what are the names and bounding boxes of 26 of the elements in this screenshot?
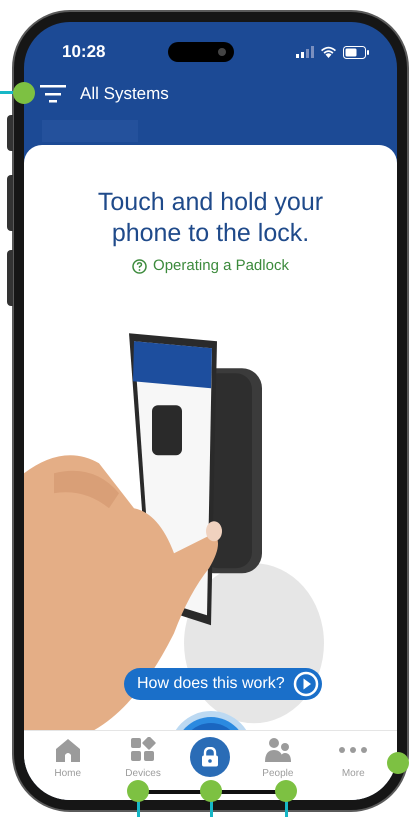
help-icon [132, 258, 148, 274]
callout-marker [387, 752, 409, 774]
lock-icon [201, 747, 220, 767]
callout-marker [275, 780, 297, 817]
nav-tab[interactable]: Devices [115, 737, 172, 781]
system-selector[interactable]: All Systems [80, 81, 169, 107]
nav-tab[interactable]: More [325, 737, 382, 781]
unlock-button[interactable] [190, 737, 230, 777]
filter-icon[interactable] [40, 84, 66, 104]
battery-icon [342, 46, 369, 58]
card-heading: Touch and hold your phone to the lock. [96, 187, 324, 249]
callout-marker [127, 780, 149, 817]
how-it-works-button[interactable]: How does this work? [124, 668, 322, 700]
callout-marker [200, 780, 222, 817]
people-icon [262, 737, 293, 763]
nav-tab[interactable]: Home [40, 737, 96, 781]
signal-icon [296, 46, 314, 58]
play-icon [292, 671, 319, 697]
wifi-icon [320, 46, 337, 58]
camera-notch [168, 42, 234, 62]
help-link[interactable]: Operating a Padlock [132, 255, 289, 278]
status-time: 10:28 [62, 41, 106, 64]
more-icon [339, 747, 368, 753]
nav-tab[interactable]: People [250, 737, 306, 781]
callout-marker [0, 82, 35, 104]
grid-icon [128, 737, 158, 763]
